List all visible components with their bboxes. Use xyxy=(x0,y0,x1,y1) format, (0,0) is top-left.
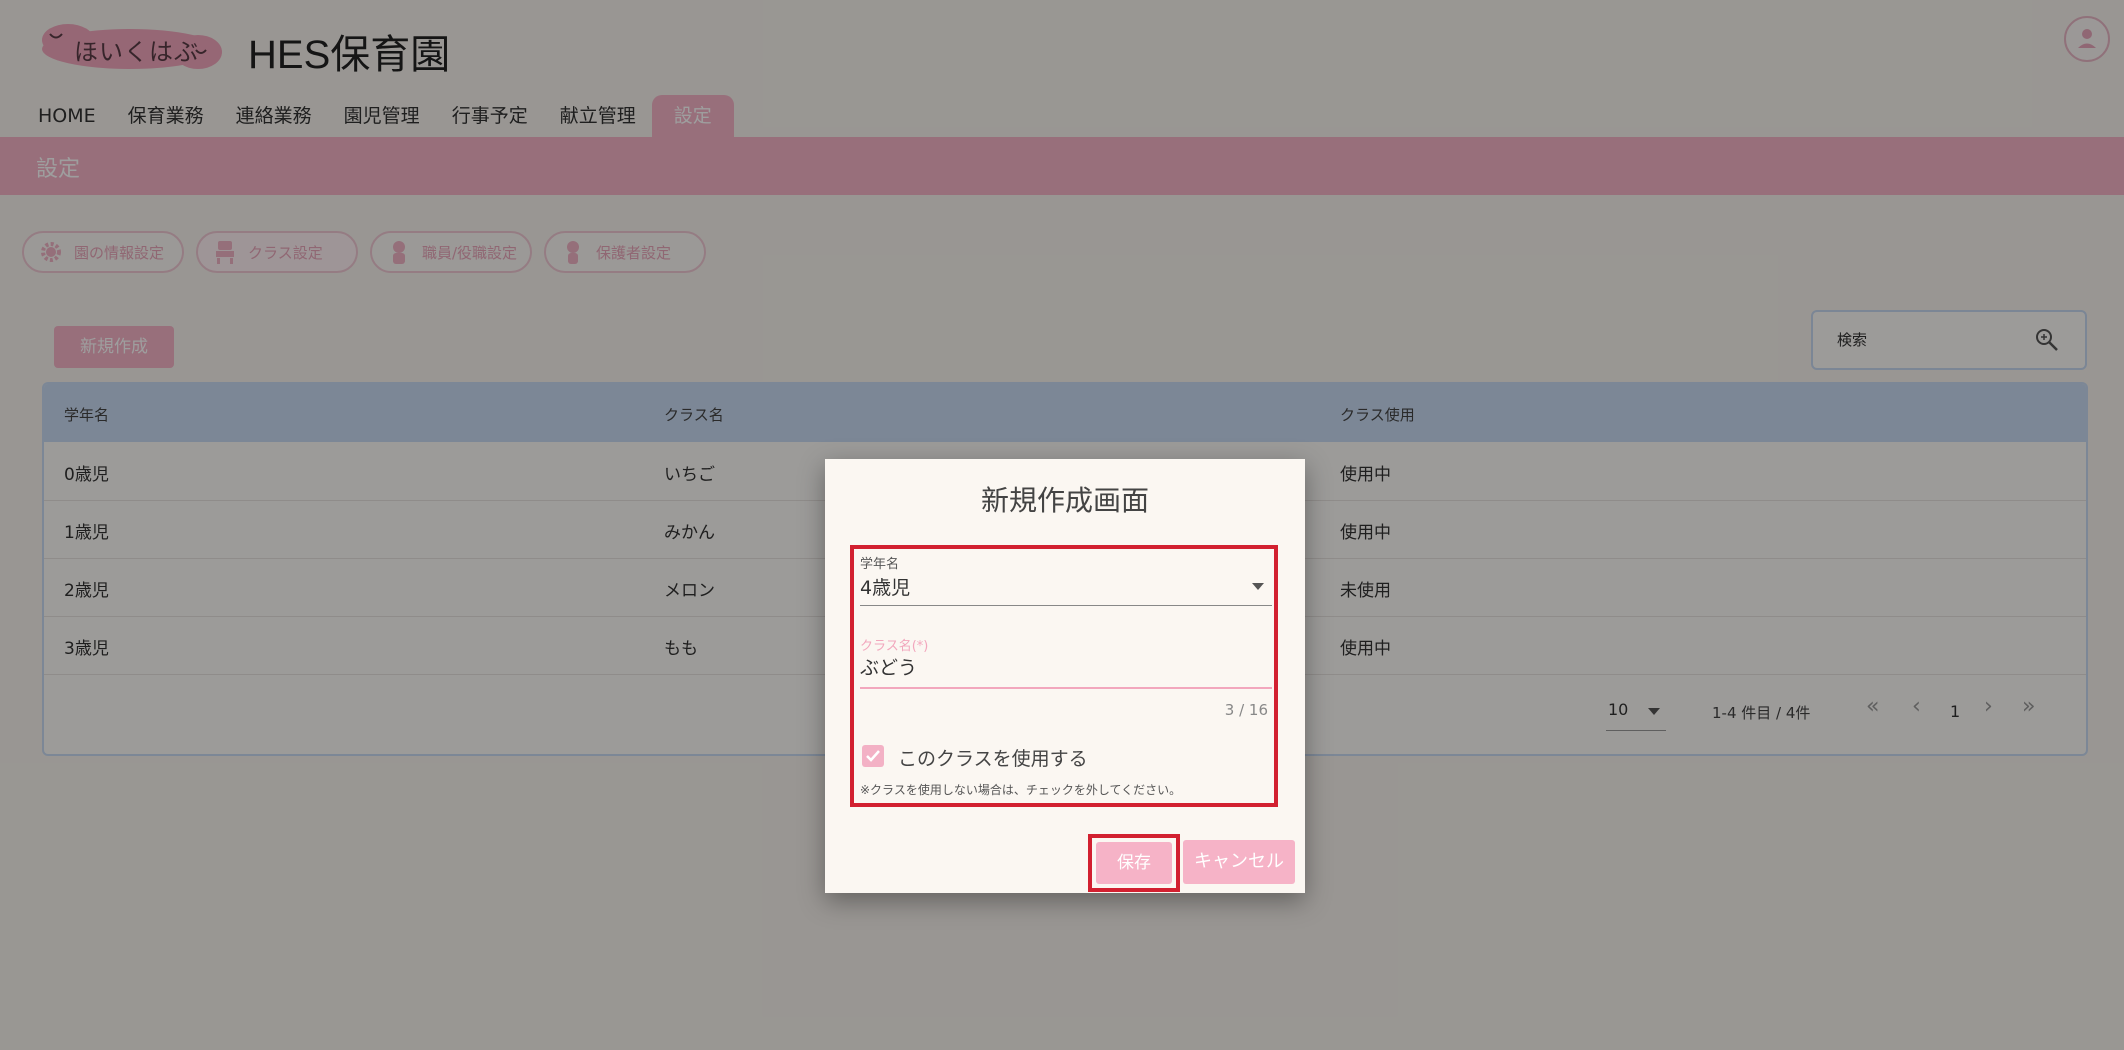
class-name-field-label: クラス名(*) xyxy=(860,639,929,654)
dialog-title: 新規作成画面 xyxy=(980,484,1149,517)
checkbox-note: ※クラスを使用しない場合は、チェックを外してください。 xyxy=(860,783,1182,797)
new-class-dialog: 新規作成画面 学年名 4歳児 クラス名(*) 3 / 16 このクラスを使用する… xyxy=(825,459,1305,893)
save-button[interactable]: 保存 xyxy=(1096,842,1172,884)
save-highlight-box: 保存 xyxy=(1088,834,1180,892)
use-class-checkbox[interactable] xyxy=(862,745,884,767)
form-highlight-box: 学年名 4歳児 クラス名(*) 3 / 16 このクラスを使用する ※クラスを使… xyxy=(850,545,1278,807)
char-counter: 3 / 16 xyxy=(1224,701,1268,719)
check-icon xyxy=(866,750,880,762)
chevron-down-icon xyxy=(1252,583,1264,590)
use-class-checkbox-label[interactable]: このクラスを使用する xyxy=(898,744,1088,771)
grade-select[interactable]: 4歳児 xyxy=(860,569,1272,606)
grade-select-value: 4歳児 xyxy=(860,577,911,599)
cancel-button[interactable]: キャンセル xyxy=(1183,840,1295,884)
class-name-input[interactable] xyxy=(860,655,1260,677)
class-name-field xyxy=(860,653,1272,689)
